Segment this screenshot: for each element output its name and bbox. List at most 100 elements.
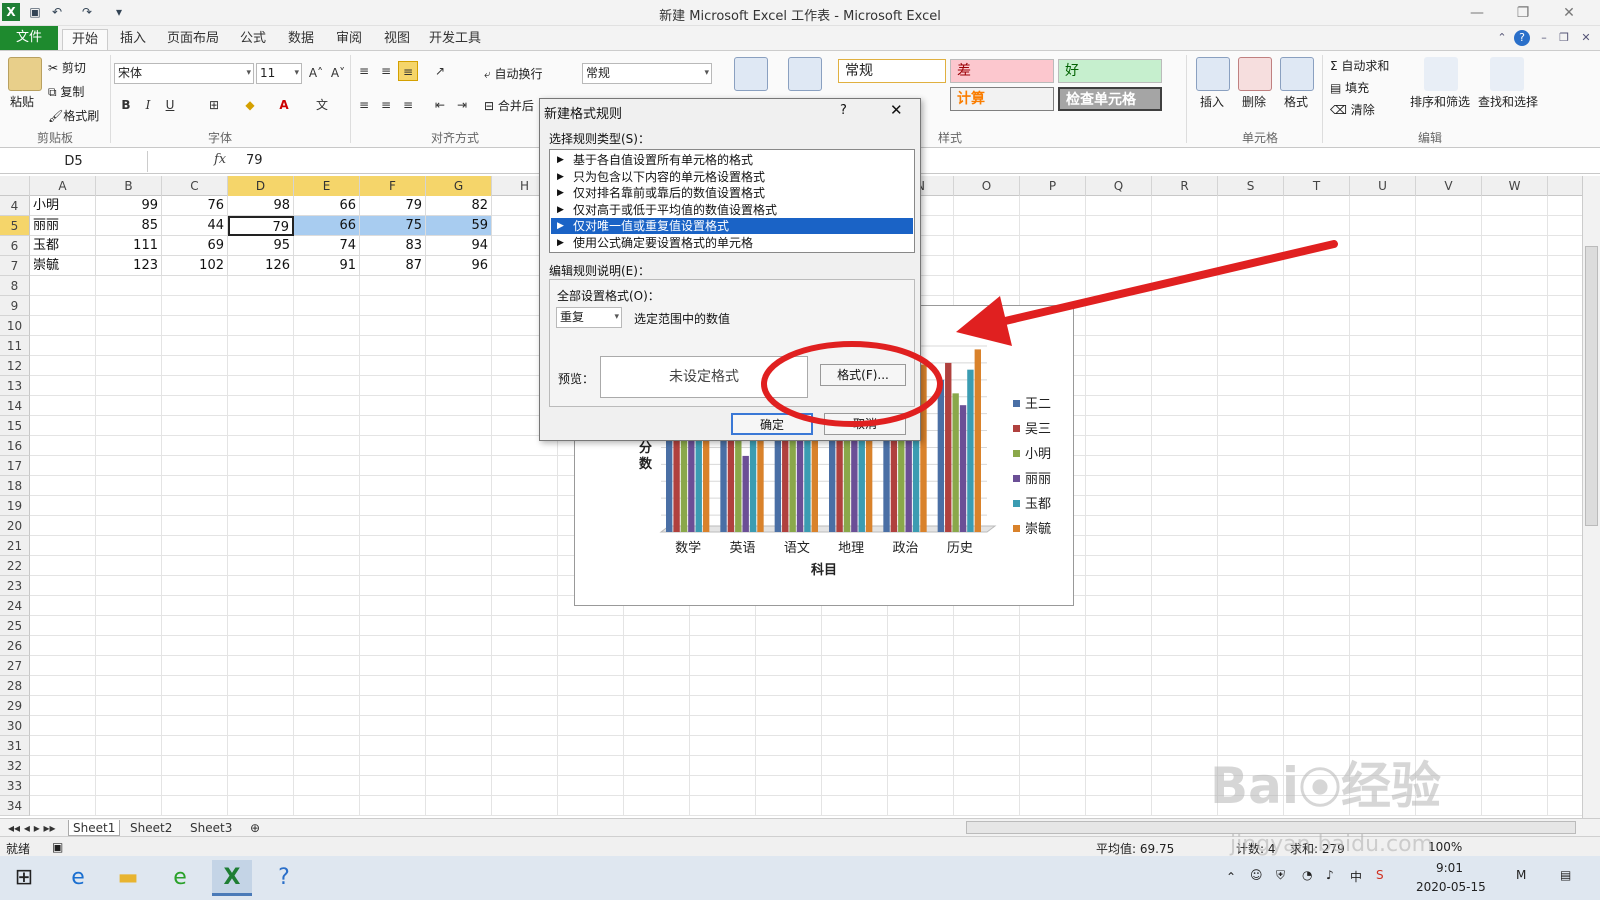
rule-type-item[interactable]: ▶ 使用公式确定要设置格式的单元格	[551, 235, 913, 251]
sheet-tab-2[interactable]: Sheet2	[126, 820, 176, 836]
column-header-O[interactable]: O	[954, 176, 1020, 196]
bold-button[interactable]: B	[116, 95, 136, 115]
column-header-G[interactable]: G	[426, 176, 492, 196]
ime-indicator[interactable]: 中	[1350, 868, 1362, 885]
style-check-cell[interactable]: 检查单元格	[1058, 87, 1162, 111]
font-color-icon[interactable]: A	[274, 95, 294, 115]
row-header-20[interactable]: 20	[0, 516, 30, 536]
column-header-D[interactable]: D	[228, 176, 294, 196]
tab-home[interactable]: 开始	[62, 29, 108, 50]
grow-font-icon[interactable]: A˄	[306, 63, 326, 83]
tab-review[interactable]: 审阅	[328, 29, 370, 50]
column-header-V[interactable]: V	[1416, 176, 1482, 196]
notification-icon[interactable]: ▤	[1560, 868, 1571, 882]
dialog-close-icon[interactable]: ✕	[890, 101, 903, 119]
cell-G6[interactable]: 94	[426, 236, 492, 256]
row-header-14[interactable]: 14	[0, 396, 30, 416]
number-format-combo[interactable]: 常规 ▾	[582, 63, 712, 84]
style-good[interactable]: 好	[1058, 59, 1162, 83]
help-taskbar-icon[interactable]: ?	[264, 860, 304, 896]
cell-A6[interactable]: 玉都	[30, 236, 96, 256]
column-header-P[interactable]: P	[1020, 176, 1086, 196]
tab-file[interactable]: 文件	[0, 26, 58, 50]
cell-E5[interactable]: 66	[294, 216, 360, 236]
row-header-34[interactable]: 34	[0, 796, 30, 816]
align-right-icon[interactable]: ≡	[398, 95, 418, 115]
duplicate-unique-select[interactable]: 重复 ▾	[556, 307, 622, 328]
style-normal[interactable]: 常规	[838, 59, 946, 83]
insert-cells-button[interactable]: 插入	[1200, 93, 1224, 110]
clock-date[interactable]: 2020-05-15	[1416, 880, 1486, 894]
cell-F4[interactable]: 79	[360, 196, 426, 216]
cell-D4[interactable]: 98	[228, 196, 294, 216]
format-painter-button[interactable]: 🖌格式刷	[48, 107, 99, 124]
cell-A5[interactable]: 丽丽	[30, 216, 96, 236]
rule-type-item[interactable]: ▶ 仅对高于或低于平均值的数值设置格式	[551, 202, 913, 218]
wrap-text-button[interactable]: ⤶ 自动换行	[484, 65, 543, 82]
row-header-16[interactable]: 16	[0, 436, 30, 456]
cell-D6[interactable]: 95	[228, 236, 294, 256]
edge-icon[interactable]: e	[58, 860, 98, 896]
border-icon[interactable]: ⊞	[204, 95, 224, 115]
row-header-23[interactable]: 23	[0, 576, 30, 596]
tab-view[interactable]: 视图	[376, 29, 418, 50]
align-middle-icon[interactable]: ≡	[376, 61, 396, 81]
volume-icon[interactable]: ♪	[1326, 868, 1334, 882]
underline-button[interactable]: U	[160, 95, 180, 115]
cell-G5[interactable]: 59	[426, 216, 492, 236]
cell-E7[interactable]: 91	[294, 256, 360, 276]
cell-G7[interactable]: 96	[426, 256, 492, 276]
delete-cells-icon[interactable]	[1238, 57, 1272, 91]
clear-button[interactable]: ⌫ 清除	[1330, 101, 1375, 118]
row-header-17[interactable]: 17	[0, 456, 30, 476]
rule-type-item[interactable]: ▶ 仅对唯一值或重复值设置格式	[551, 218, 913, 234]
cell-D5[interactable]: 79	[228, 216, 294, 236]
row-header-13[interactable]: 13	[0, 376, 30, 396]
row-header-12[interactable]: 12	[0, 356, 30, 376]
font-name-combo[interactable]: 宋体 ▾	[114, 63, 254, 84]
cell-A7[interactable]: 崇毓	[30, 256, 96, 276]
doc-restore-icon[interactable]: ❐	[1556, 30, 1572, 46]
row-header-33[interactable]: 33	[0, 776, 30, 796]
row-header-4[interactable]: 4	[0, 196, 30, 216]
row-header-24[interactable]: 24	[0, 596, 30, 616]
delete-cells-button[interactable]: 删除	[1242, 93, 1266, 110]
column-header-A[interactable]: A	[30, 176, 96, 196]
cell-B5[interactable]: 85	[96, 216, 162, 236]
name-box[interactable]: D5	[0, 151, 148, 172]
align-top-icon[interactable]: ≡	[354, 61, 374, 81]
conditional-format-icon[interactable]	[734, 57, 768, 91]
cell-B6[interactable]: 111	[96, 236, 162, 256]
row-header-7[interactable]: 7	[0, 256, 30, 276]
tab-page-layout[interactable]: 页面布局	[160, 29, 226, 50]
new-sheet-icon[interactable]: ⊕	[246, 820, 264, 836]
tray-ime-icon[interactable]: M	[1516, 868, 1526, 882]
tab-formulas[interactable]: 公式	[232, 29, 274, 50]
cell-A4[interactable]: 小明	[30, 196, 96, 216]
row-header-30[interactable]: 30	[0, 716, 30, 736]
tray-chevron-icon[interactable]: ⌃	[1226, 870, 1236, 884]
decrease-indent-icon[interactable]: ⇤	[430, 95, 450, 115]
dialog-help-icon[interactable]: ?	[840, 103, 847, 118]
tray-app-icon[interactable]: ☺	[1250, 868, 1263, 882]
sheet-nav-icon[interactable]: ◂◂ ◂ ▸ ▸▸	[4, 820, 60, 836]
clock-time[interactable]: 9:01	[1436, 861, 1463, 875]
ribbon-minimize-icon[interactable]: ⌃	[1494, 30, 1510, 46]
style-calculation[interactable]: 计算	[950, 87, 1054, 111]
cell-C4[interactable]: 76	[162, 196, 228, 216]
row-header-8[interactable]: 8	[0, 276, 30, 296]
column-header-C[interactable]: C	[162, 176, 228, 196]
sheet-tab-3[interactable]: Sheet3	[186, 820, 236, 836]
cell-G4[interactable]: 82	[426, 196, 492, 216]
browser-icon[interactable]: e	[160, 860, 200, 896]
row-header-29[interactable]: 29	[0, 696, 30, 716]
ok-button[interactable]: 确定	[731, 413, 813, 435]
minimize-icon[interactable]: —	[1462, 3, 1492, 23]
doc-minimize-icon[interactable]: –	[1536, 30, 1552, 46]
table-format-icon[interactable]	[788, 57, 822, 91]
doc-close-icon[interactable]: ✕	[1578, 30, 1594, 46]
rule-type-list[interactable]: ▶ 基于各自值设置所有单元格的格式 ▶ 只为包含以下内容的单元格设置格式 ▶ 仅对排名靠前…	[549, 149, 915, 253]
network-icon[interactable]: ◔	[1302, 868, 1312, 882]
column-header-W[interactable]: W	[1482, 176, 1548, 196]
find-select-icon[interactable]	[1490, 57, 1524, 91]
